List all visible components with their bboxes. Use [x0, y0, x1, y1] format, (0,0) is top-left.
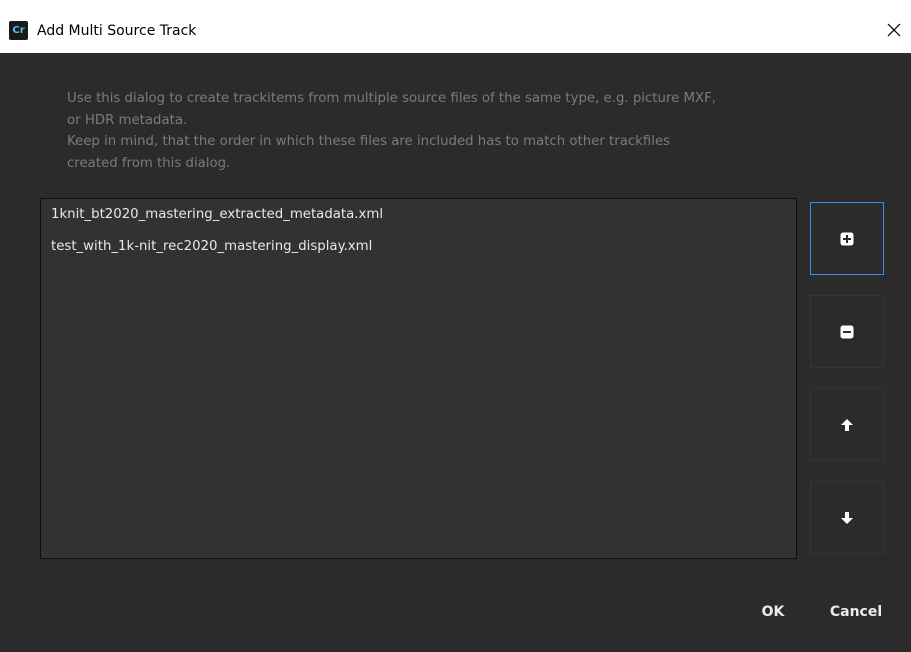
description-line: Use this dialog to create trackitems fro…: [67, 91, 716, 106]
dialog-title: Add Multi Source Track: [37, 23, 197, 39]
remove-icon: [840, 325, 854, 339]
add-file-button[interactable]: [810, 202, 884, 275]
app-icon: Cr: [9, 21, 28, 40]
move-up-button[interactable]: [810, 388, 884, 461]
source-file-list[interactable]: 1knit_bt2020_mastering_extracted_metadat…: [40, 198, 797, 559]
arrow-down-icon: [841, 512, 853, 524]
cancel-button[interactable]: Cancel: [814, 592, 898, 632]
description-line: or HDR metadata.: [67, 112, 188, 128]
arrow-up-icon: [841, 419, 853, 431]
description-line: Keep in mind, that the order in which th…: [67, 134, 671, 149]
add-icon: [840, 232, 854, 246]
add-multi-source-track-dialog: Cr Add Multi Source Track Use this dialo…: [0, 0, 911, 652]
ok-button[interactable]: OK: [750, 592, 796, 632]
dialog-description: Use this dialog to create trackitems fro…: [67, 88, 897, 174]
file-list-item[interactable]: test_with_1k-nit_rec2020_mastering_displ…: [51, 237, 372, 257]
description-line: created from this dialog.: [67, 155, 231, 171]
move-down-button[interactable]: [810, 481, 884, 554]
close-button[interactable]: [883, 19, 905, 41]
close-icon: [887, 23, 901, 37]
remove-file-button[interactable]: [810, 295, 884, 368]
title-bar: Cr Add Multi Source Track: [0, 0, 911, 53]
file-list-item[interactable]: 1knit_bt2020_mastering_extracted_metadat…: [51, 205, 383, 225]
